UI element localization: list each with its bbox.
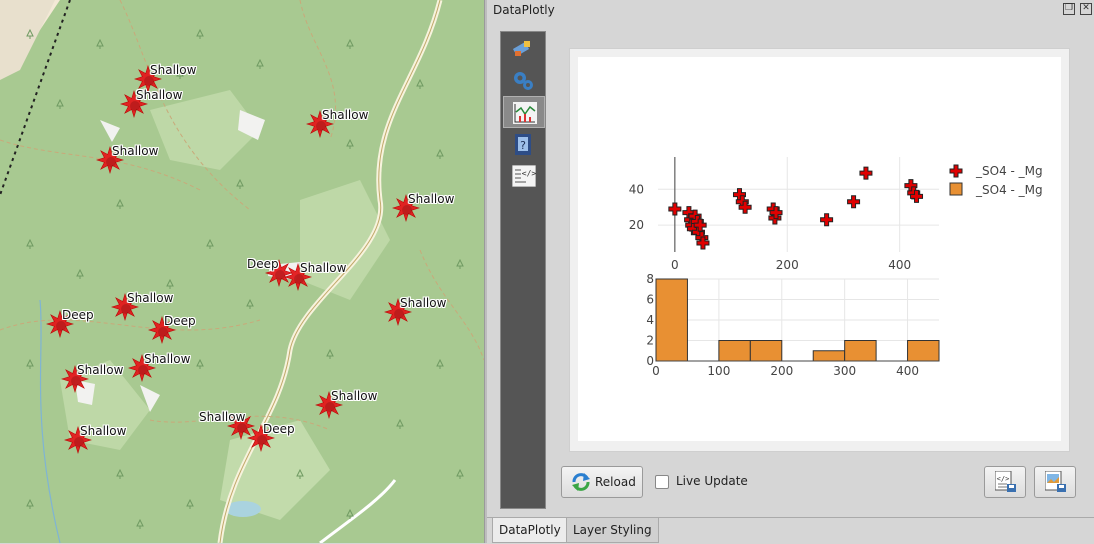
style-brush-icon [512,41,530,56]
map-point-label: Deep [62,308,94,322]
reload-icon [572,473,590,491]
float-panel-icon[interactable]: ❐ [1063,3,1075,15]
map-point-label: Shallow [144,352,191,366]
histogram-x-tick-label: 400 [896,364,919,378]
map-point-label: Shallow [150,63,197,77]
map-point-label: Shallow [127,291,174,305]
tab-layer-styling[interactable]: Layer Styling [566,518,659,543]
plot-button[interactable] [503,96,545,128]
map-point-label: Shallow [136,88,183,102]
histogram-y-tick-label: 8 [646,272,654,286]
histogram-bar[interactable] [749,340,783,362]
map-point-label: Shallow [77,363,124,377]
svg-text:</>: </> [997,475,1010,483]
export-image-icon [1045,471,1066,492]
map-point-label: Shallow [80,424,127,438]
dataplotly-panel: DataPlotly ❐ ✕ ? </> 0 200 400 20 40 0 2… [487,0,1094,543]
histogram-bar[interactable] [718,340,751,362]
histogram-x-tick-label: 200 [770,364,793,378]
plot-side-toolbar: ? </> [500,31,546,509]
code-html-icon: </> [512,165,536,187]
scatter-point[interactable] [859,166,873,180]
scatter-y-tick-label: 40 [629,182,644,196]
histogram-subplot: 024680 100 200 300 400 [646,272,940,378]
histogram-x-tick-label: 0 [652,364,660,378]
plot-view-frame: 0 200 400 20 40 0 2 4 6 8 0 100 200 300 400 _SO4 - _Mg _… [569,48,1070,452]
map-point-label: Deep [164,314,196,328]
histogram-x-tick-label: 100 [707,364,730,378]
scatter-x-tick-label: 0 [671,258,679,272]
map-point-label: Shallow [331,389,378,403]
map-point-label: Deep [263,422,295,436]
legend-label-scatter[interactable]: _SO4 - _Mg [975,164,1043,178]
settings-gears-icon [514,72,533,90]
plot-legend: _SO4 - _Mg _SO4 - _Mg [949,164,1043,197]
live-update-label: Live Update [676,474,748,488]
close-panel-icon[interactable]: ✕ [1080,3,1092,15]
plot-canvas[interactable]: 0 200 400 20 40 0 2 4 6 8 0 100 200 300 400 _SO4 - _Mg _… [578,57,1061,441]
histogram-bar[interactable] [812,350,846,362]
export-html-icon: </> [995,471,1016,492]
scatter-x-tick-label: 200 [776,258,799,272]
scatter-point[interactable] [668,202,682,216]
map-point-label: Shallow [300,261,347,275]
histogram-bar[interactable] [907,340,940,362]
settings-button[interactable] [503,65,543,95]
save-image-button[interactable] [1034,466,1076,498]
histogram-x-tick-label: 300 [833,364,856,378]
style-brush-button[interactable] [503,34,543,64]
tab-dataplotly[interactable]: DataPlotly [492,518,568,543]
scatter-point[interactable] [847,195,861,209]
map-point-label: Shallow [112,144,159,158]
svg-text:?: ? [520,139,526,152]
help-button[interactable]: ? [503,129,543,159]
scatter-x-tick-label: 400 [888,258,911,272]
map-canvas[interactable]: Shallow Shallow Shallow Shallow Shallow Deep S… [0,0,484,543]
legend-marker-scatter [949,164,963,178]
legend-marker-histogram [949,182,963,196]
map-basemap [0,0,484,543]
scatter-y-tick-label: 20 [629,218,644,232]
map-point-label: Deep [247,257,279,271]
live-update-checkbox-box[interactable] [655,475,669,489]
help-book-icon: ? [515,134,531,155]
scatter-point[interactable] [820,213,834,227]
histogram-bar[interactable] [844,340,877,362]
scatter-subplot: 0 200 400 20 40 [629,157,939,272]
plot-chart-icon [513,102,537,124]
reload-label: Reload [595,475,636,489]
histogram-bar[interactable] [655,278,688,362]
reload-button[interactable]: Reload [561,466,643,498]
histogram-y-tick-label: 6 [646,293,654,307]
histogram-y-tick-label: 2 [646,334,654,348]
html-code-button[interactable]: </> [503,160,543,190]
legend-label-histogram[interactable]: _SO4 - _Mg [975,183,1043,197]
map-point-label: Shallow [199,410,246,424]
map-point-label: Shallow [408,192,455,206]
plot-svg: 0 200 4002040024680 100 200 300 400_SO4 - _Mg_… [629,157,1043,378]
panel-title: DataPlotly [493,3,555,17]
map-point-label: Shallow [400,296,447,310]
svg-text:</>: </> [522,169,536,178]
dock-tab-bar: DataPlotly Layer Styling [487,517,1094,544]
map-point-label: Shallow [322,108,369,122]
save-html-button[interactable]: </> [984,466,1026,498]
histogram-y-tick-label: 4 [646,313,654,327]
